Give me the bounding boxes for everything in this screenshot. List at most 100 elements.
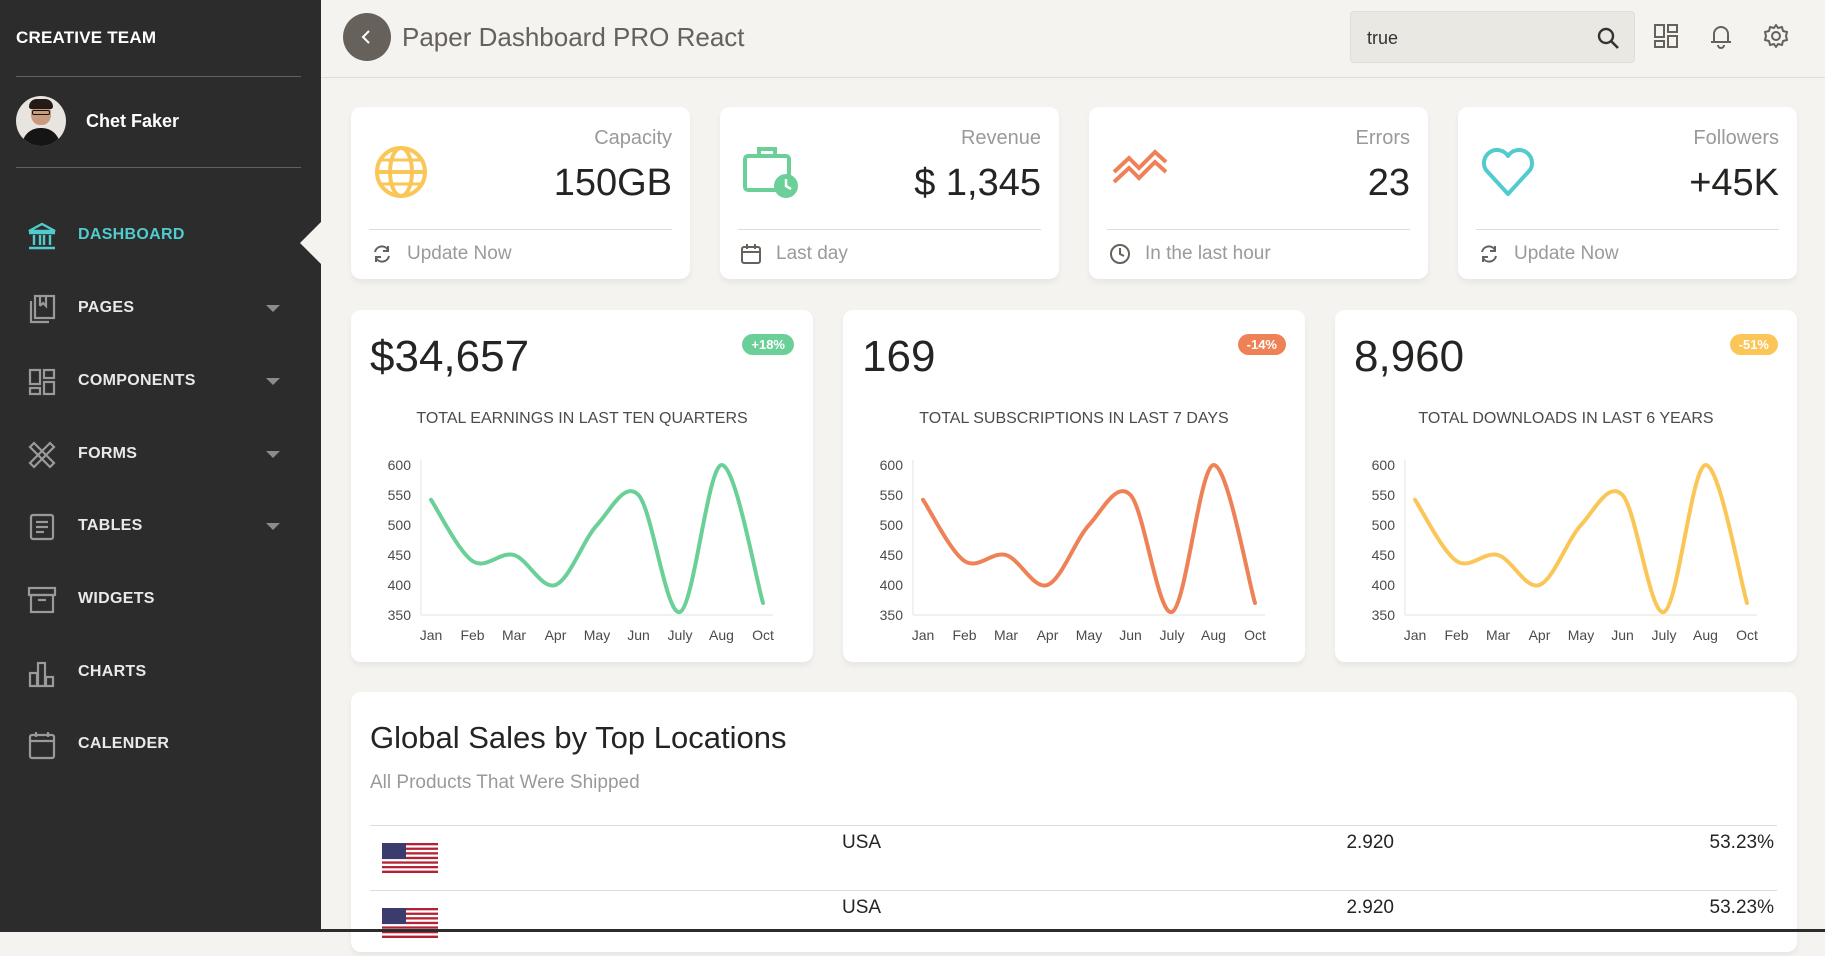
gear-icon[interactable] xyxy=(1762,22,1790,50)
x-tick-label: Jun xyxy=(1119,627,1142,643)
stat-footer-text: Update Now xyxy=(1514,243,1619,264)
x-tick-label: Jan xyxy=(420,627,443,643)
stat-card-errors: Errors 23 In the last hour xyxy=(1089,107,1428,279)
sidebar-item-widgets[interactable]: WIDGETS xyxy=(0,575,321,623)
sidebar-item-label: DASHBOARD xyxy=(78,226,185,243)
chevron-down-icon xyxy=(266,305,280,312)
x-tick-label: Jun xyxy=(1611,627,1634,643)
line-chart: 350 400 450 500 550 600 Jan Feb Mar Apr May Jun July… xyxy=(1372,457,1758,643)
sidebar-item-calender[interactable]: CALENDER xyxy=(0,720,321,768)
percent-cell: 53.23% xyxy=(1709,897,1774,918)
ruler-pencil-icon xyxy=(28,441,56,469)
refresh-icon xyxy=(374,245,390,263)
heart-icon xyxy=(1482,148,1534,196)
sidebar-item-components[interactable]: COMPONENTS xyxy=(0,357,321,405)
search-icon[interactable] xyxy=(1596,26,1620,50)
x-tick-label: July xyxy=(668,627,693,643)
vector-icon xyxy=(1112,149,1168,184)
us-flag-icon xyxy=(382,843,438,873)
series-line xyxy=(429,463,765,614)
sidebar-divider xyxy=(16,167,301,168)
stat-footer[interactable]: Update Now xyxy=(1478,243,1619,265)
sidebar-toggle-button[interactable] xyxy=(343,13,391,61)
clock-icon xyxy=(1110,244,1130,264)
chevron-left-icon xyxy=(361,30,370,44)
page-title[interactable]: Paper Dashboard PRO React xyxy=(402,22,745,53)
card-divider xyxy=(738,229,1041,230)
y-tick-label: 400 xyxy=(1372,577,1396,593)
stat-footer[interactable]: In the last hour xyxy=(1109,243,1271,265)
table-row[interactable]: USA 2.920 53.23% xyxy=(370,825,1777,891)
active-indicator xyxy=(300,222,321,264)
bell-icon[interactable] xyxy=(1707,22,1735,50)
grid-icon[interactable] xyxy=(1652,22,1680,50)
sales-cell: 2.920 xyxy=(1346,832,1394,853)
card-divider xyxy=(1107,229,1410,230)
line-chart: 350 400 450 500 550 600 Jan Feb Mar Apr May Jun July… xyxy=(388,457,774,643)
card-divider xyxy=(1476,229,1779,230)
x-tick-label: July xyxy=(1160,627,1185,643)
sales-card: Global Sales by Top Locations All Produc… xyxy=(351,692,1797,952)
x-tick-label: Feb xyxy=(1444,627,1468,643)
chevron-down-icon xyxy=(266,523,280,530)
brand-title[interactable]: CREATIVE TEAM xyxy=(16,28,156,48)
stat-label: Followers xyxy=(1693,127,1779,149)
navbar-divider xyxy=(321,77,1825,78)
x-tick-label: Oct xyxy=(1244,627,1266,643)
x-tick-label: Aug xyxy=(709,627,734,643)
y-tick-label: 350 xyxy=(388,607,412,623)
calendar-icon xyxy=(28,732,56,760)
chart-card-downloads: 8,960 -51% TOTAL DOWNLOADS IN LAST 6 YEA… xyxy=(1335,310,1797,662)
series-line xyxy=(921,463,1257,614)
user-profile[interactable]: Chet Faker xyxy=(16,96,179,146)
bank-icon xyxy=(28,222,56,250)
y-tick-label: 550 xyxy=(1372,487,1396,503)
country-cell: USA xyxy=(842,897,882,918)
sidebar-item-label: WIDGETS xyxy=(78,590,155,607)
sidebar-item-label: FORMS xyxy=(78,445,138,462)
country-cell: USA xyxy=(842,832,882,853)
y-tick-label: 350 xyxy=(1372,607,1396,623)
x-tick-label: Oct xyxy=(1736,627,1758,643)
y-tick-label: 450 xyxy=(388,547,412,563)
x-tick-label: Apr xyxy=(1529,627,1551,643)
stat-footer-text: Update Now xyxy=(407,243,512,264)
stat-card-capacity: Capacity 150GB Update Now xyxy=(351,107,690,279)
x-tick-label: Oct xyxy=(752,627,774,643)
sidebar-item-tables[interactable]: TABLES xyxy=(0,502,321,550)
refresh-icon xyxy=(1481,245,1497,263)
y-tick-label: 550 xyxy=(880,487,904,503)
chart-card-subscriptions: 169 -14% TOTAL SUBSCRIPTIONS IN LAST 7 D… xyxy=(843,310,1305,662)
y-tick-label: 600 xyxy=(388,457,412,473)
search-input[interactable] xyxy=(1365,24,1589,52)
sidebar-item-pages[interactable]: PAGES xyxy=(0,284,321,332)
x-tick-label: Feb xyxy=(460,627,484,643)
x-tick-label: May xyxy=(1568,627,1594,643)
sidebar-item-label: COMPONENTS xyxy=(78,372,196,389)
stat-card-revenue: Revenue $ 1,345 Last day xyxy=(720,107,1059,279)
table-row[interactable]: USA 2.920 53.23% xyxy=(370,890,1777,956)
y-tick-label: 600 xyxy=(1372,457,1396,473)
stat-footer[interactable]: Last day xyxy=(740,243,848,265)
y-tick-label: 400 xyxy=(388,577,412,593)
y-tick-label: 450 xyxy=(1372,547,1396,563)
stat-value: 150GB xyxy=(553,162,672,204)
stat-value: +45K xyxy=(1689,162,1779,204)
sidebar-item-label: CALENDER xyxy=(78,735,170,752)
user-name[interactable]: Chet Faker xyxy=(86,111,179,132)
chevron-down-icon xyxy=(266,451,280,458)
y-tick-label: 500 xyxy=(388,517,412,533)
sidebar-item-label: CHARTS xyxy=(78,663,147,680)
sidebar-item-charts[interactable]: CHARTS xyxy=(0,648,321,696)
sidebar-item-label: TABLES xyxy=(78,517,143,534)
sidebar-item-forms[interactable]: FORMS xyxy=(0,430,321,478)
card-title: Global Sales by Top Locations xyxy=(370,720,787,755)
x-tick-label: Apr xyxy=(545,627,567,643)
sidebar-item-dashboard[interactable]: DASHBOARD xyxy=(0,211,321,259)
stat-footer-text: In the last hour xyxy=(1145,243,1271,264)
avatar[interactable] xyxy=(16,96,66,146)
stat-label: Errors xyxy=(1355,127,1410,149)
line-chart: 350 400 450 500 550 600 Jan Feb Mar Apr May Jun July… xyxy=(880,457,1266,643)
x-tick-label: Feb xyxy=(952,627,976,643)
stat-footer[interactable]: Update Now xyxy=(371,243,512,265)
